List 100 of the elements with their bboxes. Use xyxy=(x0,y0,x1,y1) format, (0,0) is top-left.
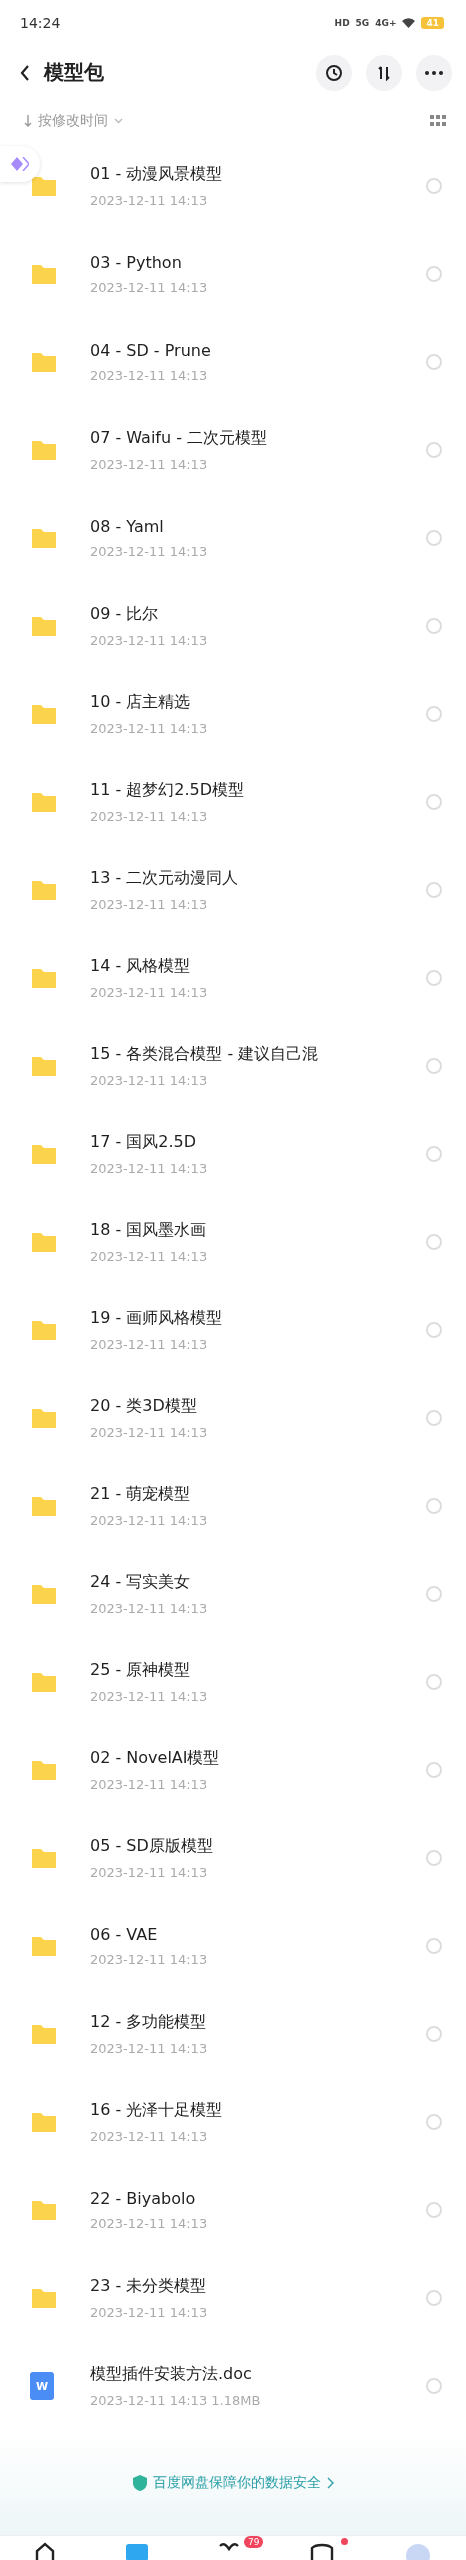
select-radio[interactable] xyxy=(426,1674,442,1690)
file-name[interactable]: 24 - 写实美女 xyxy=(90,1572,426,1593)
file-date: 2023-12-11 14:13 xyxy=(90,193,209,208)
file-name[interactable]: 25 - 原神模型 xyxy=(90,1660,426,1681)
avatar-icon[interactable] xyxy=(404,2542,431,2560)
file-name[interactable]: 04 - SD - Prune xyxy=(90,341,426,360)
file-name[interactable]: 01 - 动漫风景模型 xyxy=(90,164,426,185)
select-radio[interactable] xyxy=(426,1498,442,1514)
file-name[interactable]: 11 - 超梦幻2.5D模型 xyxy=(90,780,426,801)
file-date: 2023-12-11 14:13 xyxy=(90,2041,209,2056)
file-name[interactable]: 21 - 萌宠模型 xyxy=(90,1484,426,1505)
file-name[interactable]: 14 - 风格模型 xyxy=(90,956,426,977)
file-date: 2023-12-11 14:13 xyxy=(90,1689,209,1704)
select-radio[interactable] xyxy=(426,2202,442,2218)
sort-button[interactable] xyxy=(366,54,402,91)
folder-icon xyxy=(30,966,58,990)
file-name[interactable]: 10 - 店主精选 xyxy=(90,692,426,713)
select-radio[interactable] xyxy=(426,618,442,634)
history-button[interactable] xyxy=(316,54,352,91)
select-radio[interactable] xyxy=(426,2026,442,2042)
word-document-icon: W xyxy=(30,2372,54,2400)
file-name[interactable]: 12 - 多功能模型 xyxy=(90,2012,426,2033)
file-date: 2023-12-11 14:13 xyxy=(90,280,209,295)
select-radio[interactable] xyxy=(426,442,442,458)
select-radio[interactable] xyxy=(426,2378,442,2394)
folder-icon xyxy=(30,2286,58,2310)
folder-icon xyxy=(30,1670,58,1694)
select-radio[interactable] xyxy=(426,706,442,722)
select-radio[interactable] xyxy=(426,970,442,986)
select-radio[interactable] xyxy=(426,1058,442,1074)
folder-icon xyxy=(30,1758,58,1782)
file-name[interactable]: 05 - SD原版模型 xyxy=(90,1836,426,1857)
file-name[interactable]: 02 - NovelAI模型 xyxy=(90,1748,426,1769)
network-indicator: 4G+ xyxy=(375,17,397,28)
folder-icon xyxy=(30,1054,58,1078)
grid-view-icon[interactable] xyxy=(430,115,446,127)
network-indicator: HD xyxy=(334,17,350,28)
select-radio[interactable] xyxy=(426,2114,442,2130)
more-icon xyxy=(425,70,443,75)
file-name[interactable]: 08 - Yaml xyxy=(90,517,426,536)
file-name[interactable]: 16 - 光泽十足模型 xyxy=(90,2100,426,2121)
file-date: 2023-12-11 14:13 xyxy=(90,633,209,648)
network-indicator: 5G xyxy=(355,17,370,28)
select-radio[interactable] xyxy=(426,1938,442,1954)
select-radio[interactable] xyxy=(426,178,442,194)
select-radio[interactable] xyxy=(426,1322,442,1338)
select-radio[interactable] xyxy=(426,1586,442,1602)
folder-icon xyxy=(30,2110,58,2134)
folder-icon xyxy=(30,1142,58,1166)
file-date: 2023-12-11 14:13 xyxy=(90,1952,209,1967)
status-time: 14:24 xyxy=(20,14,61,31)
file-name[interactable]: 09 - 比尔 xyxy=(90,604,426,625)
select-radio[interactable] xyxy=(426,1234,442,1250)
file-name[interactable]: 模型插件安装方法.doc xyxy=(90,2364,426,2385)
file-name[interactable]: 20 - 类3D模型 xyxy=(90,1396,426,1417)
file-name[interactable]: 03 - Python xyxy=(90,253,426,272)
file-date: 2023-12-11 14:13 xyxy=(90,1073,209,1088)
file-date: 2023-12-11 14:13 xyxy=(90,1425,209,1440)
file-date: 2023-12-11 14:13 xyxy=(90,1865,209,1880)
select-radio[interactable] xyxy=(426,1762,442,1778)
folder-icon xyxy=(30,1934,58,1958)
select-radio[interactable] xyxy=(426,882,442,898)
file-name[interactable]: 07 - Waifu - 二次元模型 xyxy=(90,428,426,449)
file-date: 2023-12-11 14:13 xyxy=(90,985,209,1000)
select-radio[interactable] xyxy=(426,266,442,282)
folder-icon xyxy=(30,614,58,638)
file-name[interactable]: 15 - 各类混合模型 - 建议自己混 xyxy=(90,1044,426,1065)
file-date: 2023-12-11 14:13 xyxy=(90,544,209,559)
home-icon[interactable] xyxy=(35,2542,56,2560)
file-name[interactable]: 19 - 画师风格模型 xyxy=(90,1308,426,1329)
battery-level: 41 xyxy=(421,16,444,29)
file-date: 2023-12-11 14:13 xyxy=(90,721,209,736)
folder-icon xyxy=(30,1230,58,1254)
file-date: 2023-12-11 14:13 xyxy=(90,809,209,824)
file-date: 2023-12-11 14:13 xyxy=(90,1337,209,1352)
file-name[interactable]: 18 - 国风墨水画 xyxy=(90,1220,426,1241)
select-radio[interactable] xyxy=(426,1146,442,1162)
back-icon[interactable] xyxy=(20,64,30,81)
file-date: 2023-12-11 14:13 xyxy=(90,1601,209,1616)
folder-icon xyxy=(30,878,58,902)
folder-icon xyxy=(30,2022,58,2046)
file-name[interactable]: 17 - 国风2.5D xyxy=(90,1132,426,1153)
select-radio[interactable] xyxy=(426,2290,442,2306)
select-radio[interactable] xyxy=(426,1850,442,1866)
shield-icon xyxy=(132,2474,147,2491)
select-radio[interactable] xyxy=(426,530,442,546)
file-name[interactable]: 22 - Biyabolo xyxy=(90,2189,426,2208)
file-date: 2023-12-11 14:13 xyxy=(90,897,209,912)
folder-tab-icon[interactable] xyxy=(125,2542,148,2560)
select-radio[interactable] xyxy=(426,1410,442,1426)
select-radio[interactable] xyxy=(426,794,442,810)
file-name[interactable]: 06 - VAE xyxy=(90,1925,426,1944)
file-name[interactable]: 23 - 未分类模型 xyxy=(90,2276,426,2297)
chevron-right-icon xyxy=(326,2476,334,2489)
file-name[interactable]: 13 - 二次元动漫同人 xyxy=(90,868,426,889)
arrow-down-icon xyxy=(24,115,32,127)
diamond-icon xyxy=(11,157,29,171)
more-button[interactable] xyxy=(416,54,452,91)
select-radio[interactable] xyxy=(426,354,442,370)
floating-tool-tab[interactable] xyxy=(0,146,40,182)
